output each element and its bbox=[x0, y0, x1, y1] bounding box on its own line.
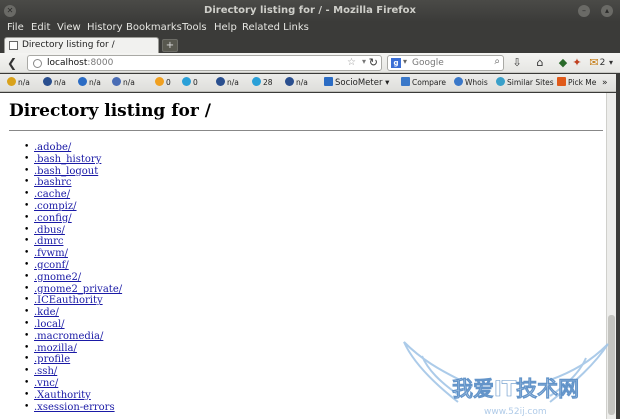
alexa-icon bbox=[285, 77, 294, 86]
alpha-icon bbox=[112, 77, 121, 86]
file-link[interactable]: .ssh/ bbox=[34, 366, 57, 378]
url-bar[interactable]: localhost:8000 ☆ ▾ ↻ bbox=[27, 55, 382, 71]
bookmark-pick-me[interactable]: Pick Me bbox=[557, 77, 596, 89]
search-icon[interactable]: ⌕ bbox=[494, 56, 500, 67]
url-port: :8000 bbox=[87, 58, 114, 68]
bookmark-sociometer[interactable]: SocioMeter ▾ bbox=[324, 77, 389, 89]
file-link[interactable]: .profile bbox=[34, 354, 70, 366]
menu-edit[interactable]: Edit bbox=[31, 22, 50, 33]
menu-related-links[interactable]: Related Links bbox=[242, 22, 309, 33]
file-link[interactable]: .macromedia/ bbox=[34, 331, 103, 343]
history-dropdown-icon[interactable]: ▾ bbox=[362, 57, 366, 66]
search-placeholder: Google bbox=[412, 58, 444, 68]
file-link[interactable]: .xsession-errors bbox=[34, 402, 115, 414]
bookmarks-toolbar: n/a n/a n/a n/a 0 0 n/a 28 n/a SocioMete… bbox=[0, 74, 620, 92]
file-link[interactable]: .config/ bbox=[34, 213, 72, 225]
tab-label: Directory listing for / bbox=[22, 40, 115, 50]
pick-me-icon bbox=[557, 77, 566, 86]
pagerank-icon bbox=[7, 77, 16, 86]
extension-icon[interactable]: ✦ bbox=[570, 56, 584, 70]
bookmark-star-icon[interactable]: ☆ bbox=[347, 57, 356, 68]
file-link[interactable]: .bash_logout bbox=[34, 166, 98, 178]
bookmark-item[interactable]: 0 bbox=[155, 77, 171, 89]
menu-bookmarks[interactable]: Bookmarks bbox=[126, 22, 182, 33]
file-link[interactable]: .ICEauthority bbox=[34, 295, 103, 307]
bookmark-item[interactable]: 0 bbox=[182, 77, 198, 89]
engine-dropdown-icon[interactable]: ▾ bbox=[403, 57, 407, 66]
menu-view[interactable]: View bbox=[57, 22, 81, 33]
notification-count: 2 bbox=[599, 58, 606, 68]
menu-help[interactable]: Help bbox=[214, 22, 237, 33]
url-host: localhost bbox=[47, 58, 88, 68]
sociometer-icon bbox=[324, 77, 333, 86]
back-arrow-icon[interactable]: ❮ bbox=[7, 56, 21, 70]
menu-tools[interactable]: Tools bbox=[182, 22, 207, 33]
tab-directory-listing[interactable]: Directory listing for / bbox=[4, 37, 159, 53]
file-link[interactable]: .gnome2_private/ bbox=[34, 284, 122, 296]
window-border bbox=[616, 74, 620, 419]
file-link[interactable]: .compiz/ bbox=[34, 201, 77, 213]
file-link[interactable]: .gconf/ bbox=[34, 260, 69, 272]
window-title: Directory listing for / - Mozilla Firefo… bbox=[204, 5, 416, 16]
file-link[interactable]: .kde/ bbox=[34, 307, 59, 319]
file-link[interactable]: .cache/ bbox=[34, 189, 70, 201]
page-content: Directory listing for / .adobe/ .bash_hi… bbox=[0, 93, 606, 419]
alexa-icon bbox=[43, 77, 52, 86]
menu-file[interactable]: File bbox=[7, 22, 24, 33]
page-heading: Directory listing for / bbox=[9, 101, 211, 121]
download-icon[interactable]: ⇩ bbox=[510, 56, 524, 70]
navigation-bar: ❮ localhost:8000 ☆ ▾ ↻ g ▾ Google ⌕ ⇩ ⌂ … bbox=[0, 53, 620, 73]
globe-icon bbox=[33, 59, 42, 68]
addon-icon[interactable]: ◆ bbox=[556, 56, 570, 70]
page-icon bbox=[9, 41, 18, 50]
file-link[interactable]: .local/ bbox=[34, 319, 65, 331]
bookmark-item[interactable]: n/a bbox=[285, 77, 308, 89]
tab-strip: Directory listing for / + bbox=[0, 36, 620, 53]
bookmark-item[interactable]: n/a bbox=[78, 77, 101, 89]
bing-icon bbox=[252, 77, 261, 86]
new-tab-button[interactable]: + bbox=[162, 39, 178, 52]
search-bar[interactable]: g ▾ Google ⌕ bbox=[387, 55, 504, 71]
file-link[interactable]: .bash_history bbox=[34, 154, 101, 166]
bookmark-whois[interactable]: Whois bbox=[454, 77, 488, 89]
file-link[interactable]: .fvwm/ bbox=[34, 248, 68, 260]
links-icon bbox=[155, 77, 164, 86]
file-link[interactable]: .vnc/ bbox=[34, 378, 58, 390]
similar-sites-icon bbox=[496, 77, 505, 86]
notification-dropdown-icon[interactable]: ▾ bbox=[607, 56, 615, 70]
menu-history[interactable]: History bbox=[87, 22, 123, 33]
file-link[interactable]: .dbus/ bbox=[34, 225, 65, 237]
maximize-window-button[interactable]: ▴ bbox=[601, 5, 613, 17]
menu-bar: File Edit View History Bookmarks Tools H… bbox=[0, 22, 620, 36]
bookmark-item[interactable]: n/a bbox=[112, 77, 135, 89]
file-link[interactable]: .adobe/ bbox=[34, 142, 71, 154]
compare-icon bbox=[401, 77, 410, 86]
file-link[interactable]: .gnome2/ bbox=[34, 272, 81, 284]
bookmark-item[interactable]: n/a bbox=[216, 77, 239, 89]
vertical-scrollbar[interactable] bbox=[606, 93, 616, 419]
scrollbar-thumb[interactable] bbox=[608, 315, 615, 415]
horizontal-rule bbox=[9, 130, 603, 131]
file-link[interactable]: .dmrc bbox=[34, 236, 63, 248]
bookmark-item[interactable]: n/a bbox=[7, 77, 30, 89]
reload-icon[interactable]: ↻ bbox=[369, 56, 378, 69]
bookmark-item[interactable]: n/a bbox=[43, 77, 66, 89]
file-link[interactable]: .bashrc bbox=[34, 177, 72, 189]
index-icon bbox=[78, 77, 87, 86]
file-link[interactable]: .mozilla/ bbox=[34, 343, 77, 355]
file-link[interactable]: .Xauthority bbox=[34, 390, 91, 402]
url-text[interactable]: localhost:8000 bbox=[47, 58, 113, 68]
bookmark-item[interactable]: 28 bbox=[252, 77, 273, 89]
minimize-window-button[interactable]: – bbox=[578, 5, 590, 17]
alexa-icon bbox=[216, 77, 225, 86]
home-icon[interactable]: ⌂ bbox=[533, 56, 547, 70]
bookmark-compare[interactable]: Compare bbox=[401, 77, 446, 89]
bookmark-similar-sites[interactable]: Similar Sites bbox=[496, 77, 554, 89]
bing-icon bbox=[182, 77, 191, 86]
title-bar: ✕ Directory listing for / - Mozilla Fire… bbox=[0, 0, 620, 22]
google-engine-icon[interactable]: g bbox=[391, 58, 401, 68]
toolbar-overflow-icon[interactable]: » bbox=[602, 77, 608, 89]
help-icon bbox=[454, 77, 463, 86]
